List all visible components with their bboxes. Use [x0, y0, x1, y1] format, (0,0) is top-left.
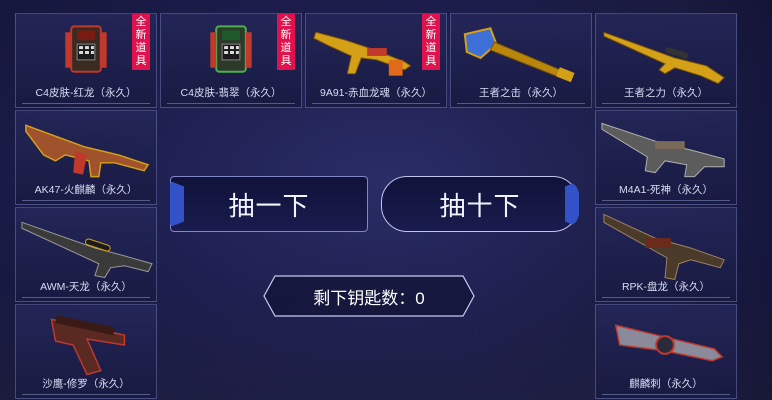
prize-name: M4A1-死神（永久）: [602, 183, 730, 201]
m4a1-icon: [596, 111, 736, 187]
prize-name: AK47-火麒麟（永久）: [22, 183, 150, 201]
remaining-keys-counter: 剩下钥匙数：0: [263, 275, 475, 317]
sniper-rifle-gold-icon: [596, 14, 736, 90]
prize-slot-ak47[interactable]: AK47-火麒麟（永久）: [15, 110, 157, 205]
draw-one-label: 抽一下: [228, 190, 310, 221]
prize-name: 王者之力（永久）: [602, 86, 730, 104]
prize-slot-rpk[interactable]: RPK-盘龙（永久）: [595, 207, 737, 302]
prize-slot-sniper-gold[interactable]: 王者之力（永久）: [595, 13, 737, 108]
button-cap-decoration: [170, 181, 184, 227]
prize-slot-c4-jade[interactable]: 全新道具 C4皮肤-翡翠（永久）: [160, 13, 302, 108]
prize-name: 王者之击（永久）: [457, 86, 585, 104]
prize-slot-c4-red[interactable]: 全新道具 C4皮肤-红龙（永久）: [15, 13, 157, 108]
new-item-badge: 全新道具: [277, 14, 295, 70]
prize-name: 麒麟刺（永久）: [602, 377, 730, 395]
draw-one-button[interactable]: 抽一下: [170, 176, 368, 232]
prize-name: RPK-盘龙（永久）: [602, 280, 730, 298]
prize-slot-shovel[interactable]: 王者之击（永久）: [450, 13, 592, 108]
shovel-icon: [451, 14, 591, 90]
draw-ten-button[interactable]: 抽十下: [381, 176, 579, 232]
prize-slot-m4a1[interactable]: M4A1-死神（永久）: [595, 110, 737, 205]
button-cap-decoration: [565, 181, 579, 227]
draw-ten-label: 抽十下: [439, 190, 521, 221]
desert-eagle-icon: [16, 305, 156, 381]
knife-qilin-icon: [596, 305, 736, 381]
prize-slot-desert-eagle[interactable]: 沙鹰-修罗（永久）: [15, 304, 157, 399]
prize-slot-9a91[interactable]: 全新道具 9A91-赤血龙魂（永久）: [305, 13, 447, 108]
rpk-machine-gun-icon: [596, 208, 736, 284]
new-item-badge: 全新道具: [422, 14, 440, 70]
awm-sniper-icon: [16, 208, 156, 284]
remaining-keys-label: 剩下钥匙数：0: [313, 288, 425, 308]
prize-name: AWM-天龙（永久）: [22, 280, 150, 298]
ak47-icon: [16, 111, 156, 187]
prize-slot-qilin-knife[interactable]: 麒麟刺（永久）: [595, 304, 737, 399]
prize-name: 9A91-赤血龙魂（永久）: [312, 86, 440, 104]
prize-name: 沙鹰-修罗（永久）: [22, 377, 150, 395]
prize-name: C4皮肤-翡翠（永久）: [167, 86, 295, 104]
prize-slot-awm[interactable]: AWM-天龙（永久）: [15, 207, 157, 302]
prize-name: C4皮肤-红龙（永久）: [22, 86, 150, 104]
new-item-badge: 全新道具: [132, 14, 150, 70]
